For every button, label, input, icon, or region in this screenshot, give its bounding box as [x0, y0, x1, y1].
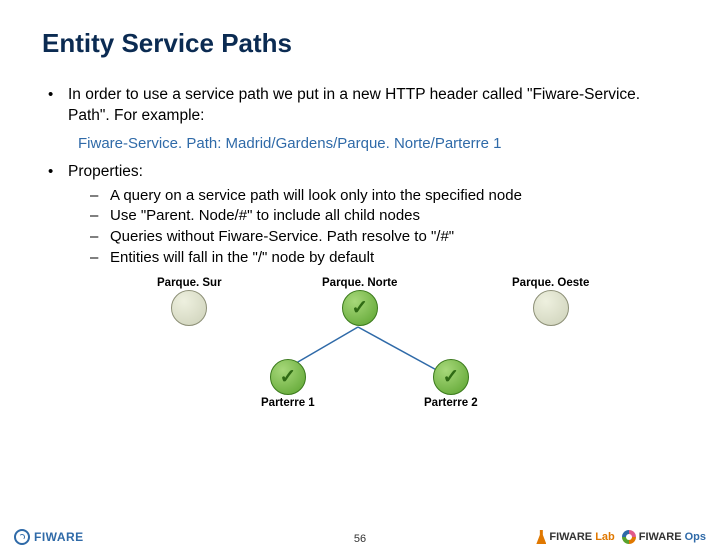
fiware-lab-logo: FIWARE Lab	[536, 530, 614, 544]
fiware-ops-text: FIWARE Ops	[639, 531, 706, 543]
label-parterre1: Parterre 1	[261, 397, 315, 409]
sub-2: Use "Parent. Node/#" to include all chil…	[88, 206, 678, 227]
node-parque-norte: Parque. Norte ✓	[322, 277, 397, 326]
circle-parterre1: ✓	[270, 359, 306, 395]
tree-diagram: Parque. Sur Parque. Norte ✓ Parque. Oest…	[42, 277, 678, 427]
gear-icon	[622, 530, 636, 544]
node-parterre1: ✓ Parterre 1	[261, 359, 315, 410]
circle-parque-norte: ✓	[342, 290, 378, 326]
circle-parque-sur	[171, 290, 207, 326]
node-parque-oeste: Parque. Oeste	[512, 277, 589, 326]
footer-right: FIWARE Lab FIWARE Ops	[536, 530, 706, 544]
check-icon: ✓	[271, 360, 305, 394]
fiware-lab-text: FIWARE Lab	[549, 531, 614, 543]
bullet-properties: Properties: A query on a service path wi…	[42, 162, 678, 269]
sub-3: Queries without Fiware-Service. Path res…	[88, 227, 678, 248]
node-parque-sur: Parque. Sur	[157, 277, 222, 326]
circle-parque-oeste	[533, 290, 569, 326]
fiware-icon	[14, 529, 30, 545]
fiware-text: FIWARE	[34, 530, 84, 544]
slide-title: Entity Service Paths	[42, 28, 678, 59]
bullet-intro-text: In order to use a service path we put in…	[68, 86, 640, 124]
properties-sublist: A query on a service path will look only…	[88, 186, 678, 269]
main-bullets: In order to use a service path we put in…	[42, 85, 678, 127]
sub-1: A query on a service path will look only…	[88, 186, 678, 207]
slide-content: Entity Service Paths In order to use a s…	[0, 0, 720, 427]
circle-parterre2: ✓	[433, 359, 469, 395]
sub-4: Entities will fall in the "/" node by de…	[88, 248, 678, 269]
label-parque-oeste: Parque. Oeste	[512, 277, 589, 289]
node-parterre2: ✓ Parterre 2	[424, 359, 478, 410]
footer-left: FIWARE	[14, 529, 84, 545]
footer-bar: FIWARE FIWARE Lab FIWARE Ops	[0, 529, 720, 545]
bullet-properties-text: Properties:	[68, 163, 143, 180]
main-bullets-2: Properties: A query on a service path wi…	[42, 162, 678, 269]
label-parterre2: Parterre 2	[424, 397, 478, 409]
check-icon: ✓	[434, 360, 468, 394]
bullet-intro: In order to use a service path we put in…	[42, 85, 678, 127]
check-icon: ✓	[343, 291, 377, 325]
fiware-logo: FIWARE	[14, 529, 84, 545]
example-header-line: Fiware-Service. Path: Madrid/Gardens/Par…	[78, 135, 678, 152]
label-parque-sur: Parque. Sur	[157, 277, 222, 289]
label-parque-norte: Parque. Norte	[322, 277, 397, 289]
fiware-ops-logo: FIWARE Ops	[622, 530, 706, 544]
flask-icon	[536, 530, 546, 544]
